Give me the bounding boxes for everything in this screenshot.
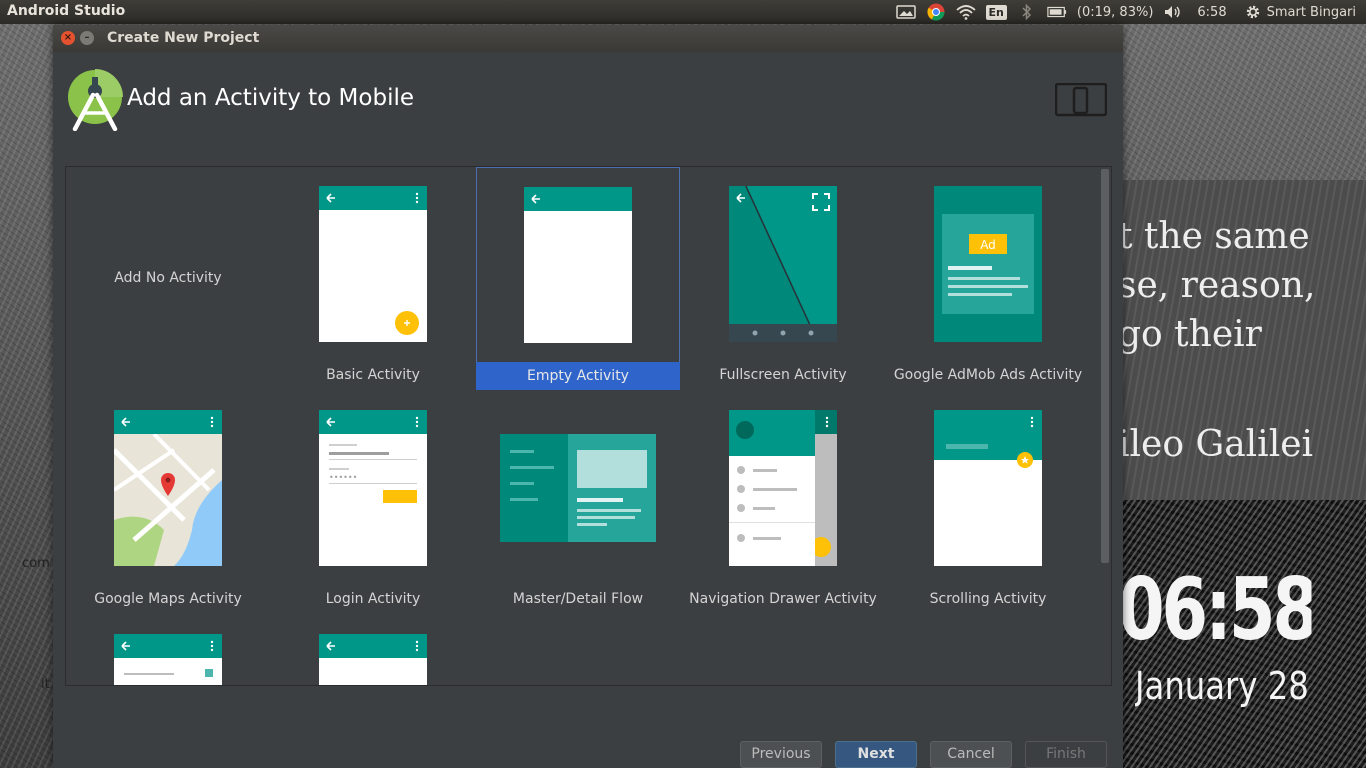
activity-label: Login Activity bbox=[325, 591, 421, 607]
window-titlebar: × – Create New Project bbox=[53, 25, 1123, 52]
battery-status[interactable]: (0:19, 83%) bbox=[1077, 5, 1154, 20]
battery-icon[interactable] bbox=[1047, 4, 1067, 20]
active-app-name[interactable]: Android Studio bbox=[7, 3, 125, 19]
activity-tile-add-no-activity[interactable]: Add No Activity bbox=[66, 167, 270, 389]
activity-tile-master-detail[interactable]: Master/Detail Flow bbox=[476, 391, 680, 613]
activity-tile-maps[interactable]: Google Maps Activity bbox=[66, 391, 270, 613]
previous-button[interactable]: Previous bbox=[740, 741, 822, 768]
wizard-header: Add an Activity to Mobile bbox=[53, 52, 1123, 155]
activity-tile-settings[interactable] bbox=[66, 615, 270, 685]
activity-label: Navigation Drawer Activity bbox=[689, 591, 877, 607]
activity-gallery[interactable]: Add No Activity Basic Activity Empty Act… bbox=[65, 166, 1112, 686]
scrollbar-thumb[interactable] bbox=[1101, 169, 1109, 563]
basic-activity-icon bbox=[319, 186, 427, 342]
chrome-icon[interactable] bbox=[926, 3, 946, 21]
volume-icon[interactable] bbox=[1163, 4, 1183, 20]
activity-tile-login[interactable]: •••••• Login Activity bbox=[271, 391, 475, 613]
tabbed-activity-icon bbox=[319, 634, 427, 685]
desktop-icon-label[interactable]: com bbox=[22, 556, 50, 571]
ad-badge-text: Ad bbox=[980, 238, 996, 252]
desktop-quote: t the same se, reason, go their bbox=[1118, 212, 1366, 359]
quote-line: t the same bbox=[1118, 216, 1310, 257]
activity-tile-scrolling[interactable]: Scrolling Activity bbox=[886, 391, 1090, 613]
close-window-button[interactable]: × bbox=[61, 31, 75, 45]
desktop-icon-label[interactable]: it bbox=[41, 677, 50, 692]
activity-label: Empty Activity bbox=[476, 362, 680, 390]
system-top-bar: Android Studio En (0:19, 83%) 6:58 Smart… bbox=[0, 0, 1366, 24]
activity-tile-basic[interactable]: Basic Activity bbox=[271, 167, 475, 389]
page-title: Add an Activity to Mobile bbox=[127, 85, 414, 111]
next-button[interactable]: Next bbox=[835, 741, 917, 768]
gear-icon[interactable] bbox=[1243, 4, 1263, 20]
android-studio-logo-icon bbox=[68, 69, 123, 131]
create-project-dialog: × – Create New Project Add an Activity t… bbox=[53, 25, 1123, 768]
keyboard-language-indicator[interactable]: En bbox=[985, 4, 1007, 20]
activity-tile-empty[interactable]: Empty Activity bbox=[476, 167, 680, 390]
activity-label: Google AdMob Ads Activity bbox=[893, 367, 1083, 383]
system-tray: En (0:19, 83%) 6:58 Smart Bingari bbox=[895, 0, 1366, 24]
quote-line: go their bbox=[1118, 314, 1262, 355]
screen-icon[interactable] bbox=[895, 4, 916, 20]
finish-button[interactable]: Finish bbox=[1025, 741, 1107, 768]
activity-tile-fullscreen[interactable]: Fullscreen Activity bbox=[681, 167, 885, 389]
maps-activity-icon bbox=[114, 410, 222, 566]
gallery-scrollbar[interactable] bbox=[1100, 167, 1111, 685]
master-detail-icon bbox=[500, 434, 656, 542]
wifi-icon[interactable] bbox=[955, 4, 976, 20]
admob-activity-icon: Ad bbox=[934, 186, 1042, 342]
quote-author: ileo Galilei bbox=[1118, 424, 1314, 465]
bluetooth-icon[interactable] bbox=[1017, 4, 1037, 20]
svg-text:••••••: •••••• bbox=[329, 473, 357, 482]
window-title: Create New Project bbox=[107, 30, 260, 46]
desktop-clock: 06:58 bbox=[1118, 560, 1312, 660]
activity-label: Master/Detail Flow bbox=[512, 591, 644, 607]
nav-drawer-icon bbox=[729, 410, 837, 566]
scrolling-activity-icon bbox=[934, 410, 1042, 566]
activity-label: Add No Activity bbox=[114, 270, 222, 286]
empty-activity-icon bbox=[524, 187, 632, 343]
system-clock[interactable]: 6:58 bbox=[1197, 5, 1226, 20]
activity-tile-tabbed[interactable] bbox=[271, 615, 475, 685]
activity-tile-nav-drawer[interactable]: Navigation Drawer Activity bbox=[681, 391, 885, 613]
activity-label: Basic Activity bbox=[326, 367, 420, 383]
fullscreen-activity-icon bbox=[729, 186, 837, 342]
login-activity-icon: •••••• bbox=[319, 410, 427, 566]
settings-activity-icon bbox=[114, 634, 222, 685]
session-user-name[interactable]: Smart Bingari bbox=[1267, 5, 1356, 20]
minimize-window-button[interactable]: – bbox=[80, 31, 94, 45]
phone-tablet-icon bbox=[1055, 83, 1107, 117]
desktop-date: January 28 bbox=[1135, 664, 1309, 708]
activity-label: Scrolling Activity bbox=[929, 591, 1047, 607]
activity-label: Google Maps Activity bbox=[94, 591, 242, 607]
cancel-button[interactable]: Cancel bbox=[930, 741, 1012, 768]
activity-label: Fullscreen Activity bbox=[719, 367, 847, 383]
activity-tile-admob[interactable]: Ad Google AdMob Ads Activity bbox=[886, 167, 1090, 389]
quote-line: se, reason, bbox=[1118, 265, 1316, 306]
